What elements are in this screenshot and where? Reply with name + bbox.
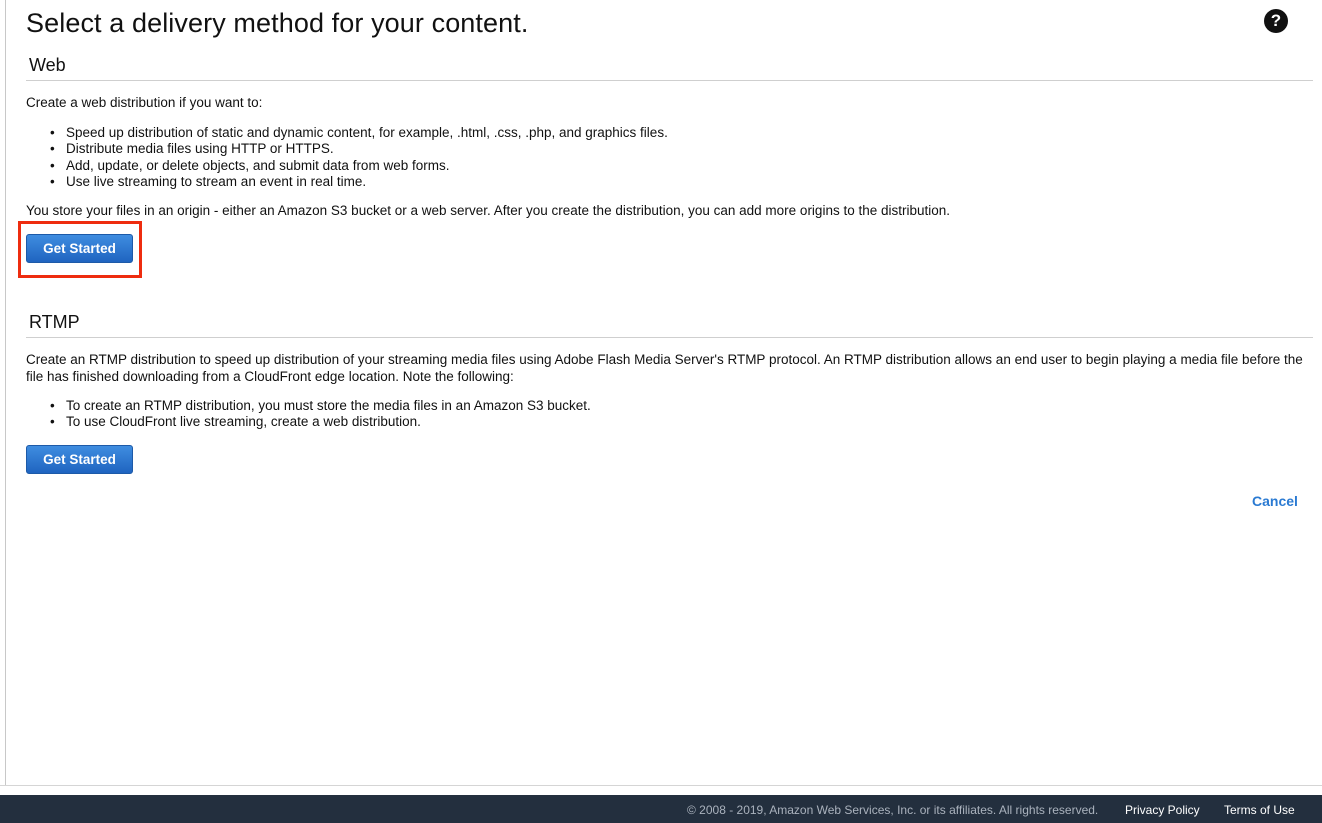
list-item: To create an RTMP distribution, you must…	[50, 398, 591, 415]
content-bottom-border	[0, 785, 1322, 786]
list-item: Add, update, or delete objects, and subm…	[50, 158, 668, 175]
rtmp-description: Create an RTMP distribution to speed up …	[26, 352, 1303, 384]
copyright-text: © 2008 - 2019, Amazon Web Services, Inc.…	[687, 803, 1099, 817]
list-item: Use live streaming to stream an event in…	[50, 174, 668, 191]
privacy-policy-link[interactable]: Privacy Policy	[1125, 803, 1200, 817]
page-title: Select a delivery method for your conten…	[26, 8, 529, 38]
web-intro-text: Create a web distribution if you want to…	[26, 95, 263, 110]
list-item: To use CloudFront live streaming, create…	[50, 414, 591, 431]
question-circle-icon[interactable]: ?	[1264, 9, 1288, 33]
web-section-divider	[26, 80, 1313, 81]
rtmp-bullet-list: To create an RTMP distribution, you must…	[50, 398, 591, 431]
web-origin-note: You store your files in an origin - eith…	[26, 203, 951, 218]
rtmp-get-started-button[interactable]: Get Started	[26, 445, 133, 474]
footer: © 2008 - 2019, Amazon Web Services, Inc.…	[0, 795, 1322, 823]
web-get-started-button[interactable]: Get Started	[26, 234, 133, 263]
web-bullet-list: Speed up distribution of static and dyna…	[50, 125, 668, 191]
list-item: Distribute media files using HTTP or HTT…	[50, 141, 668, 158]
left-border	[5, 0, 6, 786]
cancel-link[interactable]: Cancel	[1252, 493, 1298, 509]
terms-of-use-link[interactable]: Terms of Use	[1224, 803, 1295, 817]
rtmp-section-heading: RTMP	[29, 312, 80, 332]
list-item: Speed up distribution of static and dyna…	[50, 125, 668, 142]
web-section-heading: Web	[29, 55, 66, 75]
rtmp-section-divider	[26, 337, 1313, 338]
